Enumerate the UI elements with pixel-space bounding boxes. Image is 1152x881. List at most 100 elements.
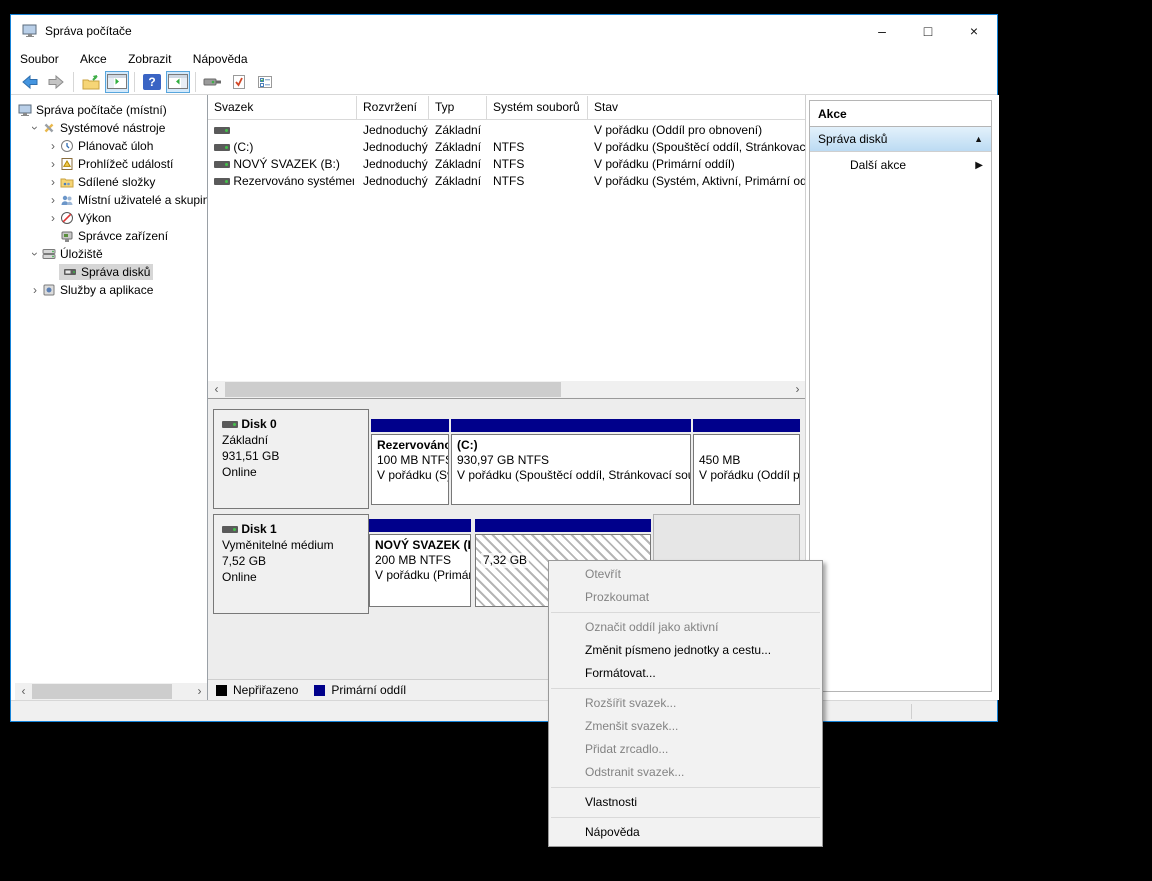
toolbar-separator	[195, 72, 196, 92]
help-button[interactable]: ?	[140, 71, 164, 93]
volume-icon	[214, 161, 230, 168]
actions-item-dalsi-akce[interactable]: Další akce ▶	[810, 152, 991, 178]
scroll-left-arrow-icon[interactable]: ‹	[208, 381, 225, 398]
tools-icon	[41, 121, 57, 135]
submenu-arrow-icon: ▶	[975, 160, 983, 171]
properties-list-button[interactable]	[253, 71, 277, 93]
partition-color-bar	[371, 419, 449, 432]
partition-color-bar	[475, 519, 651, 532]
actions-box: Akce Správa disků ▲ Další akce ▶	[809, 100, 992, 692]
performance-icon	[59, 211, 75, 225]
context-menu-item-formatovat[interactable]: Formátovat...	[549, 662, 822, 685]
chevron-collapsed-icon[interactable]: ›	[47, 193, 59, 207]
status-bar-divider	[911, 704, 912, 719]
context-menu-item-zmenit-pismeno[interactable]: Změnit písmeno jednotky a cestu...	[549, 639, 822, 662]
legend-unallocated: Nepřiřazeno	[216, 683, 298, 697]
partition-novy-svazek[interactable]: NOVÝ SVAZEK (B:) 200 MB NTFS V pořádku (…	[369, 519, 471, 607]
chevron-collapsed-icon[interactable]: ›	[47, 139, 59, 153]
tree-item-uloziste[interactable]: › Úložiště	[29, 245, 103, 263]
menu-bar: Soubor Akce Zobrazit Nápověda	[11, 49, 997, 69]
forward-button[interactable]	[44, 71, 68, 93]
menu-napoveda[interactable]: Nápověda	[184, 49, 257, 69]
console-tree: Správa počítače (místní) › Systémové nás…	[15, 95, 208, 700]
popup-window-button[interactable]	[201, 71, 225, 93]
context-menu-item-vlastnosti[interactable]: Vlastnosti	[549, 791, 822, 814]
device-manager-icon	[59, 229, 75, 243]
column-header-stav[interactable]: Stav	[588, 96, 806, 120]
tree-item-mistni-uzivatele[interactable]: › Místní uživatelé a skupiny	[47, 191, 208, 209]
title-bar: Správa počítače – □ ×	[11, 15, 997, 49]
chevron-expanded-icon[interactable]: ›	[28, 122, 42, 134]
tree-item-sprava-pocitace[interactable]: Správa počítače (místní)	[17, 101, 167, 119]
tree-item-sluzby-a-aplikace[interactable]: › Služby a aplikace	[29, 281, 153, 299]
partition-c[interactable]: (C:) 930,97 GB NTFS V pořádku (Spouštěcí…	[451, 419, 691, 505]
scroll-left-arrow-icon[interactable]: ‹	[15, 683, 32, 700]
close-button[interactable]: ×	[951, 15, 997, 48]
volume-row[interactable]: NOVÝ SVAZEK (B:) Jednoduchý Základní NTF…	[208, 156, 805, 173]
verify-button[interactable]	[227, 71, 251, 93]
partition-color-bar	[693, 419, 800, 432]
partition-system-reserved[interactable]: Rezervováno systémem 100 MB NTFS V pořád…	[371, 419, 449, 505]
disk-icon	[222, 526, 238, 533]
disk0-label[interactable]: Disk 0 Základní 931,51 GB Online	[213, 409, 369, 509]
context-menu-item-oznacit-oddil: Označit oddíl jako aktivní	[549, 616, 822, 639]
tree-item-sprava-disku[interactable]: Správa disků	[59, 263, 153, 281]
volume-list-horizontal-scrollbar[interactable]: ‹ ›	[208, 381, 806, 398]
primary-partition-swatch	[314, 685, 325, 696]
tree-item-systemove-nastroje[interactable]: › Systémové nástroje	[29, 119, 165, 137]
volume-row[interactable]: Rezervováno systémem Jednoduchý Základní…	[208, 173, 805, 190]
volume-list-header: Svazek Rozvržení Typ Systém souborů Stav	[208, 96, 805, 120]
tree-horizontal-scrollbar[interactable]: ‹ ›	[15, 683, 208, 700]
partition-color-bar	[451, 419, 691, 432]
column-header-typ[interactable]: Typ	[429, 96, 487, 120]
context-menu-item-odstranit-svazek: Odstranit svazek...	[549, 761, 822, 784]
disk-icon	[222, 421, 238, 428]
screen: Správa počítače – □ × Soubor Akce Zobraz…	[0, 0, 1152, 881]
context-menu-item-prozkoumat: Prozkoumat	[549, 586, 822, 609]
tree-item-prohlizec-udalosti[interactable]: › Prohlížeč událostí	[47, 155, 173, 173]
scroll-right-arrow-icon[interactable]: ›	[191, 683, 208, 700]
chevron-collapsed-icon[interactable]: ›	[29, 283, 41, 297]
tree-item-sdilene-slozky[interactable]: › Sdílené složky	[47, 173, 155, 191]
context-menu-item-napoveda[interactable]: Nápověda	[549, 821, 822, 844]
column-header-svazek[interactable]: Svazek	[208, 96, 357, 120]
tree-item-vykon[interactable]: › Výkon	[47, 209, 111, 227]
chevron-expanded-icon[interactable]: ›	[28, 248, 42, 260]
collapse-arrow-icon[interactable]: ▲	[974, 134, 983, 144]
context-menu-separator	[551, 817, 820, 818]
users-icon	[59, 193, 75, 207]
scroll-right-arrow-icon[interactable]: ›	[789, 381, 806, 398]
volume-row[interactable]: (C:) Jednoduchý Základní NTFS V pořádku …	[208, 139, 805, 156]
scrollbar-thumb[interactable]	[225, 382, 561, 397]
tree-item-spravce-zarizeni[interactable]: Správce zařízení	[59, 227, 168, 245]
menu-soubor[interactable]: Soubor	[11, 49, 68, 69]
partition-color-bar	[369, 519, 471, 532]
scrollbar-thumb[interactable]	[32, 684, 172, 699]
column-header-rozvrzeni[interactable]: Rozvržení	[357, 96, 429, 120]
show-action-pane-button[interactable]	[166, 71, 190, 93]
show-console-tree-button[interactable]	[105, 71, 129, 93]
menu-akce[interactable]: Akce	[71, 49, 116, 69]
chevron-collapsed-icon[interactable]: ›	[47, 157, 59, 171]
context-menu-item-rozsirit-svazek: Rozšířit svazek...	[549, 692, 822, 715]
window-title: Správa počítače	[45, 24, 132, 38]
chevron-collapsed-icon[interactable]: ›	[47, 175, 59, 189]
column-header-system-souboru[interactable]: Systém souborů	[487, 96, 588, 120]
unallocated-swatch	[216, 685, 227, 696]
partition-recovery[interactable]: 450 MB V pořádku (Oddíl pro obnovení)	[693, 419, 800, 505]
export-list-button[interactable]	[79, 71, 103, 93]
maximize-button[interactable]: □	[905, 15, 951, 48]
menu-zobrazit[interactable]: Zobrazit	[119, 49, 180, 69]
chevron-collapsed-icon[interactable]: ›	[47, 211, 59, 225]
disk-management-icon	[62, 265, 78, 279]
tree-item-planovac-uloh[interactable]: › Plánovač úloh	[47, 137, 153, 155]
back-button[interactable]	[18, 71, 42, 93]
volume-row[interactable]: Jednoduchý Základní V pořádku (Oddíl pro…	[208, 122, 805, 139]
actions-group-sprava-disku[interactable]: Správa disků ▲	[810, 127, 991, 152]
shared-folders-icon	[59, 175, 75, 189]
toolbar-separator	[134, 72, 135, 92]
app-icon	[22, 23, 38, 44]
disk1-label[interactable]: Disk 1 Vyměnitelné médium 7,52 GB Online	[213, 514, 369, 614]
actions-pane: Akce Správa disků ▲ Další akce ▶	[807, 95, 999, 700]
minimize-button[interactable]: –	[859, 15, 905, 48]
